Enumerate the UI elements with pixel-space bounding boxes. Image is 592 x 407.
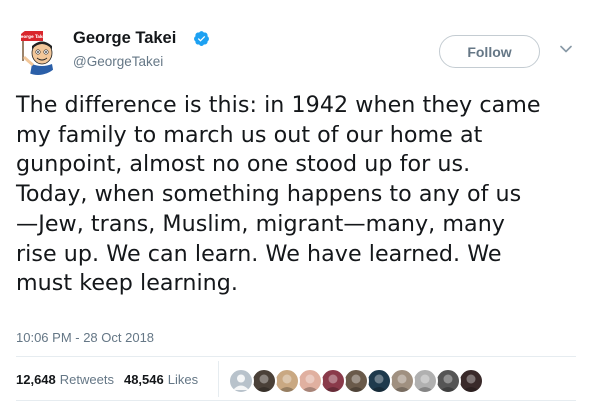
stats-separator bbox=[218, 361, 219, 397]
verified-badge-icon bbox=[194, 31, 209, 46]
liker-avatar[interactable] bbox=[435, 368, 461, 394]
tweet-text-line: The difference is this: in 1942 when the… bbox=[16, 92, 541, 118]
tweet-text: The difference is this: in 1942 when the… bbox=[16, 91, 584, 299]
liker-avatar[interactable] bbox=[297, 368, 323, 394]
liker-avatar[interactable] bbox=[343, 368, 369, 394]
divider bbox=[16, 400, 576, 401]
likes-count: 48,546 bbox=[123, 372, 164, 387]
likes-stat[interactable]: 48,546 Likes bbox=[124, 372, 198, 387]
liker-avatar[interactable] bbox=[320, 368, 346, 394]
tweet-text-line: rise up. We can learn. We have learned. … bbox=[16, 240, 502, 267]
liker-avatar[interactable] bbox=[458, 368, 484, 394]
liker-avatar[interactable] bbox=[412, 368, 438, 394]
likes-label: Likes bbox=[167, 372, 199, 387]
tweet-text-line: gunpoint, almost no one stood up for us. bbox=[16, 151, 471, 178]
liker-avatar[interactable] bbox=[274, 368, 300, 394]
author-name[interactable]: George Takei bbox=[73, 29, 176, 48]
tweet-stats: 12,648 Retweets 48,546 Likes bbox=[16, 372, 198, 387]
tweet-text-line: —Jew, trans, Muslim, migrant—many, many bbox=[16, 210, 505, 237]
avatar-illustration: George Takei bbox=[14, 27, 62, 75]
avatar-sign-text: George Takei bbox=[17, 34, 47, 39]
retweets-count: 12,648 bbox=[16, 372, 56, 387]
chevron-down-icon[interactable] bbox=[560, 45, 572, 53]
liker-avatar[interactable] bbox=[389, 368, 415, 394]
tweet-card: George Takei George Takei @GeorgeTakei F… bbox=[0, 0, 592, 407]
author-avatar[interactable]: George Takei bbox=[14, 27, 62, 75]
tweet-text-line: Today, when something happens to any of … bbox=[16, 181, 522, 208]
retweets-stat[interactable]: 12,648 Retweets bbox=[16, 372, 114, 387]
follow-button[interactable]: Follow bbox=[439, 35, 540, 68]
liker-avatar[interactable] bbox=[251, 368, 277, 394]
tweet-text-line: my family to march us out of our home at bbox=[16, 121, 483, 148]
tweet-text-line: must keep learning. bbox=[16, 270, 239, 297]
retweets-label: Retweets bbox=[59, 372, 114, 387]
default-avatar-icon[interactable] bbox=[228, 368, 254, 394]
tweet-timestamp[interactable]: 10:06 PM - 28 Oct 2018 bbox=[16, 330, 154, 345]
divider bbox=[16, 356, 576, 357]
liker-avatar[interactable] bbox=[366, 368, 392, 394]
author-handle[interactable]: @GeorgeTakei bbox=[73, 54, 163, 69]
